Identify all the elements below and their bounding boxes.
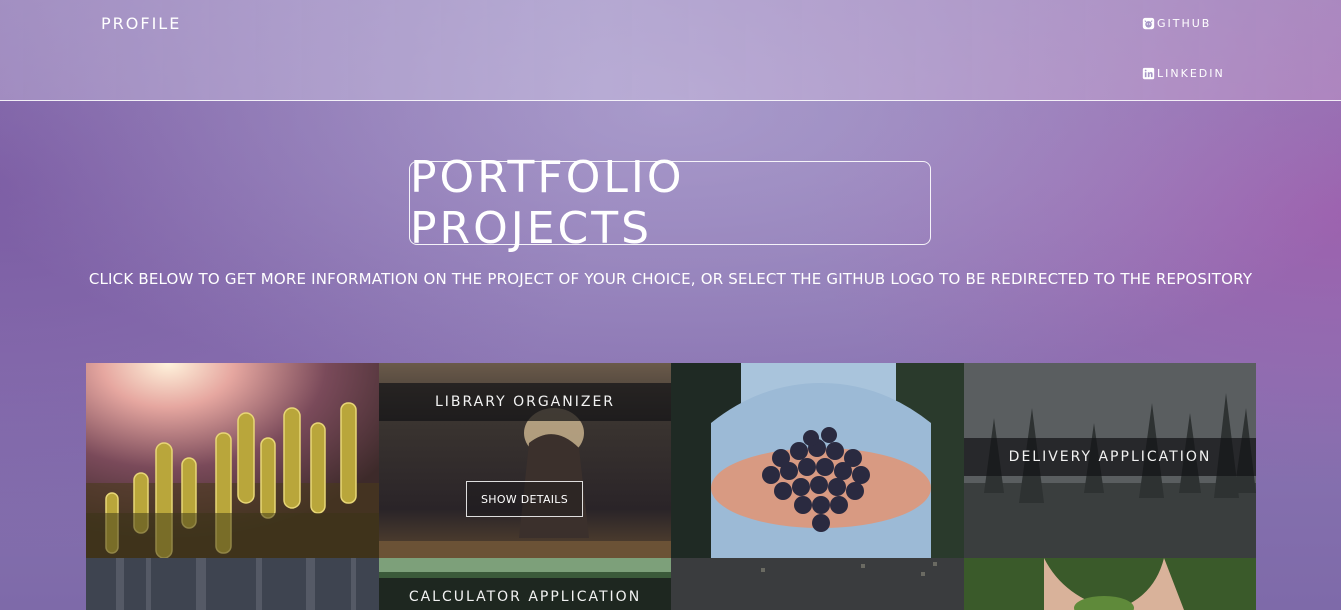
city-lights-bokeh-photo <box>671 558 964 610</box>
project-caption: LIBRARY ORGANIZER <box>379 383 671 421</box>
project-tile-3[interactable] <box>671 363 964 558</box>
project-caption: CALCULATOR APPLICATION <box>379 578 671 610</box>
project-tile-1[interactable] <box>86 363 379 558</box>
cactus-sunset-photo <box>86 363 379 558</box>
hands-holding-plant-photo <box>964 558 1256 610</box>
project-tile-5[interactable] <box>86 558 379 610</box>
project-caption: DELIVERY APPLICATION <box>964 438 1256 476</box>
linkedin-link-label: LINKEDIN <box>1157 67 1225 80</box>
show-details-button[interactable]: SHOW DETAILS <box>466 481 583 517</box>
linkedin-link[interactable]: LINKEDIN <box>1142 67 1225 80</box>
project-tile-calculator-application[interactable]: CALCULATOR APPLICATION <box>379 558 671 610</box>
project-tile-8[interactable] <box>964 558 1256 610</box>
top-navbar: PROFILE GITHUB LINKEDIN <box>0 0 1341 101</box>
project-tile-7[interactable] <box>671 558 964 610</box>
forest-trunks-photo <box>86 558 379 610</box>
page-subtitle: CLICK BELOW TO GET MORE INFORMATION ON T… <box>88 270 1253 288</box>
github-icon <box>1142 17 1155 30</box>
hands-holding-grapes-photo <box>671 363 964 558</box>
linkedin-icon <box>1142 67 1155 80</box>
project-tile-library-organizer[interactable]: LIBRARY ORGANIZER SHOW DETAILS <box>379 363 671 558</box>
profile-link[interactable]: PROFILE <box>101 14 181 33</box>
project-tile-delivery-application[interactable]: DELIVERY APPLICATION <box>964 363 1256 558</box>
github-link[interactable]: GITHUB <box>1142 17 1211 30</box>
page-title-box: PORTFOLIO PROJECTS <box>409 152 931 254</box>
github-link-label: GITHUB <box>1157 17 1212 30</box>
page-title: PORTFOLIO PROJECTS <box>410 152 685 254</box>
